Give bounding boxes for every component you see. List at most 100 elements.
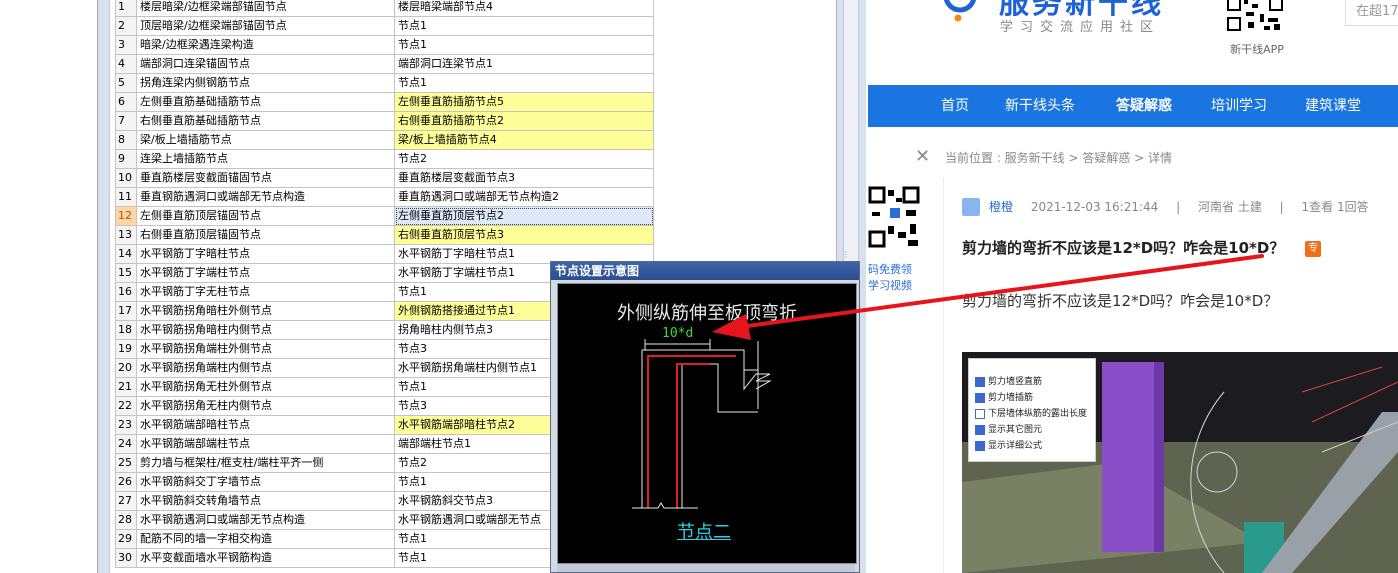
app-download-label[interactable]: 新干线APP <box>1226 41 1288 57</box>
option-label: 剪力墙插筋 <box>988 393 1034 403</box>
node-name-cell: 水平钢筋拐角暗柱内侧节点 <box>136 320 395 340</box>
row-number: 6 <box>115 92 137 112</box>
diagram-canvas: 外侧纵筋伸至板顶弯折 10*d 节点二 <box>557 283 857 564</box>
row-number: 17 <box>115 301 137 321</box>
table-row[interactable]: 2 顶层暗梁/边框梁端部锚固节点 节点1 <box>115 16 654 36</box>
option-row[interactable]: 下层墙体纵筋的露出长度 <box>975 407 1087 421</box>
row-number: 9 <box>115 149 137 169</box>
node-value-cell[interactable]: 右侧垂直筋插筋节点2 <box>394 111 654 131</box>
meta-separator: | <box>1176 200 1181 214</box>
row-number: 8 <box>115 130 137 150</box>
checkbox-icon[interactable] <box>975 424 985 435</box>
site-slogan: 学习交流应用社区 <box>1000 20 1161 35</box>
table-row[interactable]: 11 垂直钢筋遇洞口或端部无节点构造 垂直筋遇洞口或端部无节点构造2 <box>115 187 654 207</box>
splitter-grip-icon[interactable]: ⋮ <box>842 250 850 259</box>
qa-website: 服务新干线 学习交流应用社区 新干线APP 在超17 首页 新干线头条 答疑解惑… <box>868 0 1398 573</box>
node-value-cell[interactable]: 右侧垂直筋顶层节点3 <box>394 225 654 245</box>
node-label: 节点二 <box>677 522 731 543</box>
node-value-cell[interactable]: 节点2 <box>394 149 654 169</box>
row-number: 19 <box>115 339 137 359</box>
node-value-cell[interactable]: 端部洞口连梁节点1 <box>394 54 654 74</box>
table-row[interactable]: 10 垂直筋楼层变截面锚固节点 垂直筋楼层变截面节点3 <box>115 168 654 188</box>
row-number: 15 <box>115 263 137 283</box>
table-row[interactable]: 1 楼层暗梁/边框梁端部锚固节点 楼层暗梁端部节点4 <box>115 0 654 17</box>
row-number: 1 <box>115 0 137 17</box>
table-row[interactable]: 6 左侧垂直筋基础插筋节点 左侧垂直筋插筋节点5 <box>115 92 654 112</box>
app-qr-code-icon <box>1226 0 1284 32</box>
table-row[interactable]: 3 暗梁/边框梁遇连梁构造 节点1 <box>115 35 654 55</box>
question-meta: 橙橙 2021-12-03 16:21:44 | 河南省 土建 | 1查看 1回… <box>962 198 1369 215</box>
side-qr-code-icon <box>868 186 922 250</box>
node-name-cell: 梁/板上墙插筋节点 <box>136 130 395 150</box>
attached-screenshot[interactable]: 剪力墙竖直筋剪力墙插筋下层墙体纵筋的露出长度 显示其它图元显示详细公式 <box>962 352 1398 573</box>
node-name-cell: 水平钢筋丁字暗柱节点 <box>136 244 395 264</box>
node-name-cell: 水平钢筋丁字端柱节点 <box>136 263 395 283</box>
node-name-cell: 水平钢筋遇洞口或端部无节点构造 <box>136 510 395 530</box>
node-value-cell[interactable]: 节点1 <box>394 35 654 55</box>
row-number: 13 <box>115 225 137 245</box>
breadcrumb[interactable]: 当前位置 : 服务新干线 > 答疑解惑 > 详情 <box>945 149 1172 166</box>
option-row[interactable]: 显示其它图元 <box>975 423 1042 437</box>
table-row[interactable]: 7 右侧垂直筋基础插筋节点 右侧垂直筋插筋节点2 <box>115 111 654 131</box>
node-name-cell: 垂直筋楼层变截面锚固节点 <box>136 168 395 188</box>
logo-icon <box>943 0 977 22</box>
left-panel-border <box>97 0 110 573</box>
node-name-cell: 左侧垂直筋基础插筋节点 <box>136 92 395 112</box>
checkbox-icon[interactable] <box>975 376 985 387</box>
node-name-cell: 左侧垂直筋顶层锚固节点 <box>136 206 395 226</box>
row-number: 2 <box>115 16 137 36</box>
node-value-cell[interactable]: 垂直筋遇洞口或端部无节点构造2 <box>394 187 654 207</box>
node-name-cell: 水平钢筋拐角暗柱外侧节点 <box>136 301 395 321</box>
node-name-cell: 右侧垂直筋基础插筋节点 <box>136 111 395 131</box>
option-row[interactable]: 剪力墙插筋 <box>975 391 1033 405</box>
node-value-cell[interactable]: 楼层暗梁端部节点4 <box>394 0 654 17</box>
option-row[interactable]: 剪力墙竖直筋 <box>975 375 1042 389</box>
side-promo-line-2: 学习视频 <box>868 279 912 292</box>
node-value-cell[interactable]: 左侧垂直筋插筋节点5 <box>394 92 654 112</box>
row-number: 11 <box>115 187 137 207</box>
checkbox-icon[interactable] <box>975 408 985 419</box>
node-name-cell: 水平变截面墙水平钢筋构造 <box>136 548 395 568</box>
table-row[interactable]: 12 左侧垂直筋顶层锚固节点 左侧垂直筋顶层节点2 <box>115 206 654 226</box>
node-value-cell[interactable]: 垂直筋楼层变截面节点3 <box>394 168 654 188</box>
node-name-cell: 端部洞口连梁锚固节点 <box>136 54 395 74</box>
checkbox-icon[interactable] <box>975 440 985 451</box>
row-number: 16 <box>115 282 137 302</box>
side-promo-line-1: 码免费领 <box>868 263 912 276</box>
nav-headlines[interactable]: 新干线头条 <box>1005 85 1075 127</box>
node-diagram-dialog: 节点设置示意图 外侧纵筋伸至板顶弯折 10*d 节点二 <box>550 261 860 573</box>
node-value-cell[interactable]: 节点1 <box>394 73 654 93</box>
nav-home[interactable]: 首页 <box>941 85 969 127</box>
nav-qa[interactable]: 答疑解惑 <box>1116 85 1172 127</box>
option-label: 显示详细公式 <box>988 441 1043 451</box>
table-row[interactable]: 4 端部洞口连梁锚固节点 端部洞口连梁节点1 <box>115 54 654 74</box>
table-row[interactable]: 8 梁/板上墙插筋节点 梁/板上墙插筋节点4 <box>115 130 654 150</box>
nav-classroom[interactable]: 建筑课堂 <box>1305 85 1361 127</box>
dialog-title[interactable]: 节点设置示意图 <box>551 262 859 280</box>
checkbox-icon[interactable] <box>975 392 985 403</box>
row-number: 20 <box>115 358 137 378</box>
close-icon[interactable]: ✕ <box>915 146 930 167</box>
row-number: 25 <box>115 453 137 473</box>
node-name-cell: 水平钢筋拐角无柱内侧节点 <box>136 396 395 416</box>
node-name-cell: 水平钢筋斜交转角墙节点 <box>136 491 395 511</box>
dialog-footer <box>557 564 855 572</box>
window-gutter <box>0 0 97 573</box>
row-number: 5 <box>115 73 137 93</box>
table-row[interactable]: 13 右侧垂直筋顶层锚固节点 右侧垂直筋顶层节点3 <box>115 225 654 245</box>
side-promo-text[interactable]: 码免费领 学习视频 <box>868 262 912 294</box>
author-name[interactable]: 橙橙 <box>989 200 1013 214</box>
table-row[interactable]: 9 连梁上墙插筋节点 节点2 <box>115 149 654 169</box>
node-value-cell[interactable]: 左侧垂直筋顶层节点2 <box>394 206 654 226</box>
search-input[interactable]: 在超17 <box>1345 0 1398 26</box>
row-number: 4 <box>115 54 137 74</box>
row-number: 28 <box>115 510 137 530</box>
row-number: 21 <box>115 377 137 397</box>
row-number: 22 <box>115 396 137 416</box>
option-row[interactable]: 显示详细公式 <box>975 439 1042 453</box>
node-name-cell: 水平钢筋拐角端柱内侧节点 <box>136 358 395 378</box>
node-value-cell[interactable]: 梁/板上墙插筋节点4 <box>394 130 654 150</box>
node-value-cell[interactable]: 节点1 <box>394 16 654 36</box>
table-row[interactable]: 5 拐角连梁内侧钢筋节点 节点1 <box>115 73 654 93</box>
nav-training[interactable]: 培训学习 <box>1211 85 1267 127</box>
